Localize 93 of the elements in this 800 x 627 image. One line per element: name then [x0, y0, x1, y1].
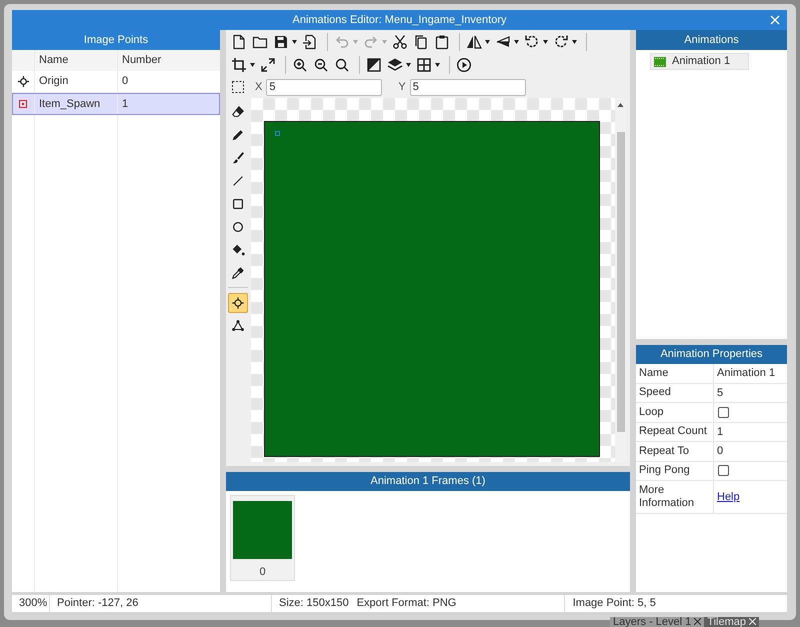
- zoom-out-icon: [313, 56, 329, 72]
- frame-thumbnail[interactable]: 0: [230, 495, 295, 581]
- crosshair-icon: [231, 296, 245, 310]
- selection-icon[interactable]: [231, 80, 245, 94]
- property-label: Repeat Count: [636, 422, 714, 441]
- circle-icon: [231, 220, 245, 234]
- close-icon[interactable]: [748, 618, 756, 625]
- triangle-points-icon: [231, 318, 245, 332]
- property-value: 1: [717, 424, 724, 440]
- frame-image: [233, 501, 292, 558]
- point-name: Item_Spawn: [35, 93, 118, 115]
- panel-header: Animation Properties: [636, 345, 787, 364]
- property-value: Animation 1: [717, 366, 776, 381]
- tool-button[interactable]: [228, 292, 248, 312]
- property-label: Loop: [636, 403, 714, 422]
- new-file-icon: [231, 34, 247, 50]
- save-icon: [273, 34, 289, 50]
- image-size: Size: 150x150: [278, 596, 349, 612]
- property-label: Ping Pong: [636, 462, 714, 480]
- caret-icon: [406, 62, 411, 66]
- panel-header: Animation 1 Frames (1): [226, 472, 630, 491]
- contrast-icon: [366, 56, 382, 72]
- point-number: 0: [121, 74, 130, 90]
- pencil-icon: [231, 128, 245, 142]
- y-label: Y: [398, 80, 406, 95]
- caret-icon: [292, 40, 297, 44]
- panel-header: Animations: [636, 30, 787, 50]
- caret-icon: [435, 62, 440, 66]
- film-icon: [654, 56, 666, 66]
- scissors-icon: [392, 34, 408, 50]
- checkbox[interactable]: [718, 406, 729, 418]
- pointer-position: Pointer: -127, 26: [50, 595, 272, 612]
- scrollbar-thumb[interactable]: [616, 132, 624, 432]
- undo-icon: [334, 34, 350, 50]
- close-icon: [770, 15, 780, 25]
- panel-header: Image Points: [12, 30, 220, 50]
- backdrop-tab[interactable]: Layers - Level 1: [610, 617, 704, 627]
- x-label: X: [255, 80, 262, 95]
- flip-vertical-icon: [495, 34, 511, 50]
- import-icon: [302, 34, 318, 50]
- x-input[interactable]: 5: [266, 78, 382, 96]
- checkbox[interactable]: [718, 465, 729, 476]
- caret-icon: [250, 62, 255, 66]
- crosshair-icon: [18, 76, 28, 87]
- backdrop-tab[interactable]: Tilemap: [704, 617, 759, 627]
- caret-icon: [353, 40, 358, 44]
- help-link[interactable]: Help: [717, 488, 740, 506]
- play-icon: [456, 56, 472, 72]
- eraser-icon: [231, 104, 245, 118]
- property-value: 0: [717, 444, 724, 459]
- point-icon: [19, 100, 27, 108]
- property-label: Name: [636, 364, 714, 382]
- property-label: Repeat To: [636, 442, 714, 460]
- line-icon: [231, 174, 245, 188]
- image-point-marker[interactable]: [275, 131, 280, 136]
- column-header[interactable]: Number: [118, 50, 220, 71]
- caret-icon: [514, 40, 519, 44]
- point-name: Origin: [35, 71, 118, 92]
- rotate-right-icon: [553, 34, 569, 50]
- copy-icon: [413, 34, 429, 50]
- close-icon[interactable]: [694, 618, 702, 625]
- frame-number: 0: [259, 564, 266, 580]
- zoom-in-icon: [292, 56, 308, 72]
- image-point-position: Image Point: 5, 5: [572, 596, 656, 612]
- export-format: Export Format: PNG: [348, 595, 565, 612]
- point-number: 1: [121, 96, 130, 112]
- property-label: More Information: [636, 481, 714, 513]
- eyedropper-icon: [231, 266, 245, 280]
- y-input[interactable]: 5: [410, 78, 526, 96]
- animation-item[interactable]: Animation 1: [650, 53, 749, 70]
- caret-icon: [543, 40, 548, 44]
- property-value: 5: [717, 386, 724, 400]
- window-title: Animations Editor: Menu_Ingame_Inventory: [292, 12, 506, 28]
- caret-icon: [485, 40, 490, 44]
- flip-horizontal-icon: [466, 34, 482, 50]
- paint-bucket-icon: [231, 242, 245, 256]
- image-point-row[interactable]: Item_Spawn 1: [12, 93, 220, 115]
- redo-icon: [363, 34, 379, 50]
- property-label: Speed: [636, 384, 714, 402]
- rotate-left-icon: [524, 34, 540, 50]
- scroll-up-icon[interactable]: [617, 102, 624, 108]
- resize-icon: [260, 56, 276, 72]
- magnifier-icon: [334, 56, 350, 72]
- grid-icon: [416, 56, 432, 72]
- crop-icon: [231, 56, 247, 72]
- caret-icon: [572, 40, 577, 44]
- rectangle-icon: [231, 196, 245, 210]
- zoom-level: 300%: [12, 595, 50, 612]
- caret-icon: [382, 40, 387, 44]
- image-point-row[interactable]: Origin 0: [12, 71, 220, 93]
- clipboard-icon: [434, 34, 450, 50]
- layers-icon: [387, 56, 403, 72]
- brush-icon: [231, 150, 245, 164]
